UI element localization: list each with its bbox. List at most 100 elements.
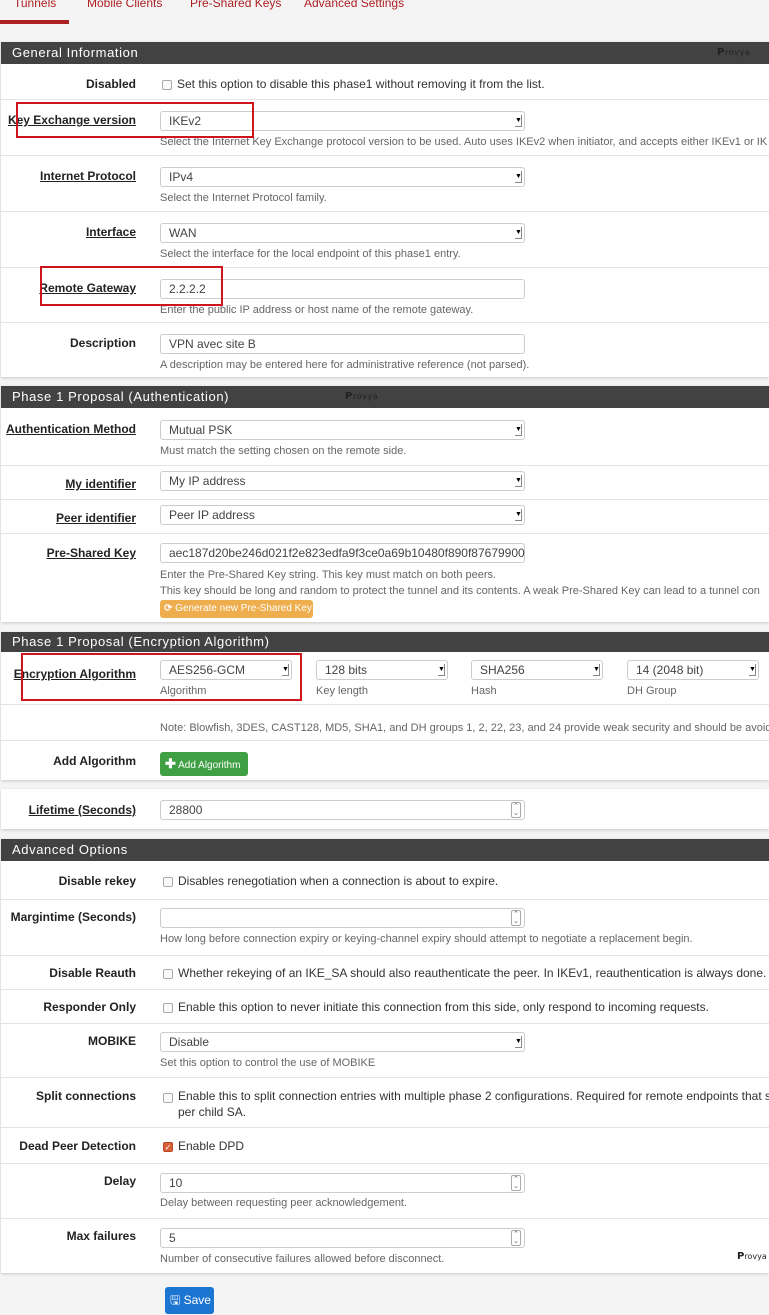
chevron-down-icon: ▼ (515, 1036, 522, 1048)
plus-icon: ✚ (165, 756, 176, 771)
interface-select[interactable]: WAN ▼ (160, 223, 525, 243)
save-button[interactable]: 🖫 Save (165, 1287, 214, 1314)
help-text: Enter the Pre-Shared Key string. This ke… (160, 569, 497, 581)
help-text: Select the interface for the local endpo… (160, 248, 461, 260)
spinner-icon[interactable]: ⌃ ⌄ (511, 1230, 521, 1246)
highlight-box (16, 102, 254, 138)
chevron-down-icon: ▼ (515, 424, 522, 436)
disabled-checkbox[interactable] (162, 80, 172, 90)
panel-title: Phase 1 Proposal (Encryption Algorithm) (12, 634, 270, 649)
auth-method-select[interactable]: Mutual PSK ▼ (160, 420, 525, 440)
help-text: Key length (316, 685, 368, 697)
disable-rekey-checkbox[interactable] (163, 877, 173, 887)
field-label: Split connections (35, 1089, 136, 1103)
add-algorithm-button[interactable]: ✚ Add Algorithm (160, 752, 248, 776)
field-label: Disable Reauth (49, 966, 136, 980)
row-internet-protocol: Internet Protocol IPv4 ▼ Select the Inter… (1, 155, 769, 211)
chevron-down-icon: ▼ (593, 664, 600, 676)
active-tab-indicator (0, 20, 69, 24)
panel-heading: General Information Provya (1, 42, 769, 64)
button-label: Generate new Pre-Shared Key (175, 603, 312, 614)
tab-mobile-clients[interactable]: Mobile Clients (87, 0, 162, 10)
field-label: Pre-Shared Key (46, 546, 136, 560)
row-disable-reauth: Disable Reauth Whether rekeying of an IK… (1, 955, 769, 989)
row-dead-peer-detection: Dead Peer Detection ✓ Enable DPD (1, 1127, 769, 1163)
row-pre-shared-key: Pre-Shared Key aec187d20be246d021f2e823e… (1, 533, 769, 622)
field-label: Disabled (85, 77, 136, 91)
responder-only-checkbox[interactable] (163, 1003, 173, 1013)
field-label: Dead Peer Detection (19, 1139, 136, 1153)
button-label: Add Algorithm (178, 760, 241, 771)
row-algorithm-note: Note: Blowfish, 3DES, CAST128, MD5, SHA1… (1, 704, 769, 740)
highlight-box (40, 266, 223, 306)
field-label: Lifetime (Seconds) (28, 803, 136, 817)
panel-advanced-options: Advanced Options Disable rekey Disables … (1, 839, 769, 1273)
watermark-logo: Provya (717, 47, 751, 58)
my-identifier-select[interactable]: My IP address ▼ (160, 471, 525, 491)
dpd-checkbox[interactable]: ✓ (163, 1142, 173, 1152)
tab-pre-shared-keys[interactable]: Pre-Shared Keys (190, 0, 281, 10)
field-label: Responder Only (43, 1000, 136, 1014)
help-text: Delay between requesting peer acknowledg… (160, 1197, 408, 1209)
field-label: Margintime (Seconds) (10, 910, 136, 924)
row-responder-only: Responder Only Enable this option to nev… (1, 989, 769, 1023)
checkbox-label: per child SA. (178, 1105, 247, 1119)
checkbox-label: Whether rekeying of an IKE_SA should als… (178, 966, 767, 980)
field-label: Disable rekey (58, 874, 136, 888)
watermark-logo: Provya (345, 391, 379, 402)
help-text: Hash (471, 685, 497, 697)
help-text: This key should be long and random to pr… (160, 585, 760, 597)
disable-reauth-checkbox[interactable] (163, 969, 173, 979)
row-delay: Delay 10 ⌃ ⌄ Delay between requesting peer… (1, 1163, 769, 1218)
help-text: Number of consecutive failures allowed b… (160, 1253, 445, 1265)
spinner-icon[interactable]: ⌃ ⌄ (511, 802, 521, 818)
tab-tunnels[interactable]: Tunnels (14, 0, 56, 10)
panel-title: General Information (12, 45, 139, 60)
checkbox-label: Set this option to disable this phase1 w… (177, 77, 545, 91)
dh-group-select[interactable]: 14 (2048 bit) ▼ (627, 660, 759, 680)
checkbox-label: Enable this to split connection entries … (178, 1089, 769, 1103)
panel-heading: Phase 1 Proposal (Encryption Algorithm) (1, 632, 769, 652)
chevron-down-icon: ▼ (515, 227, 522, 239)
internet-protocol-select[interactable]: IPv4 ▼ (160, 167, 525, 187)
panel-general-information: General Information Provya Disabled Set … (1, 42, 769, 377)
margintime-input[interactable]: ⌃ ⌄ (160, 908, 525, 928)
split-connections-checkbox[interactable] (163, 1093, 173, 1103)
panel-title: Advanced Options (12, 842, 128, 857)
row-disabled: Disabled Set this option to disable this… (1, 64, 769, 99)
field-label: Max failures (66, 1229, 136, 1243)
description-input[interactable]: VPN avec site B (160, 334, 525, 354)
hash-select[interactable]: SHA256 ▼ (471, 660, 603, 680)
row-auth-method: Authentication Method Mutual PSK ▼ Must m… (1, 408, 769, 465)
key-length-select[interactable]: 128 bits ▼ (316, 660, 448, 680)
row-mobike: MOBIKE Disable ▼ Set this option to contr… (1, 1023, 769, 1077)
delay-input[interactable]: 10 ⌃ ⌄ (160, 1173, 525, 1193)
row-disable-rekey: Disable rekey Disables renegotiation whe… (1, 861, 769, 899)
row-max-failures: Max failures 5 ⌃ ⌄ Number of consecutive f… (1, 1218, 769, 1273)
mobike-select[interactable]: Disable ▼ (160, 1032, 525, 1052)
field-label: Interface (85, 225, 136, 239)
panel-lifetime: Lifetime (Seconds) 28800 ⌃ ⌄ (1, 789, 769, 829)
refresh-icon: ⟳ (164, 603, 173, 614)
row-description: Description VPN avec site B A descriptio… (1, 322, 769, 377)
spinner-icon[interactable]: ⌃ ⌄ (511, 910, 521, 926)
field-label: Description (69, 336, 136, 350)
highlight-box (21, 653, 302, 701)
panel-authentication: Phase 1 Proposal (Authentication) Provya… (1, 386, 769, 622)
generate-psk-button[interactable]: ⟳ Generate new Pre-Shared Key (160, 600, 313, 618)
field-label: Internet Protocol (39, 169, 136, 183)
checkbox-label: Disables renegotiation when a connection… (178, 874, 499, 888)
chevron-down-icon: ▼ (515, 509, 522, 521)
pre-shared-key-input[interactable]: aec187d20be246d021f2e823edfa9f3ce0a69b10… (160, 543, 525, 563)
row-interface: Interface WAN ▼ Select the interface for … (1, 211, 769, 267)
field-label: My identifier (65, 477, 136, 491)
help-text: Set this option to control the use of MO… (160, 1057, 376, 1069)
max-failures-input[interactable]: 5 ⌃ ⌄ (160, 1228, 525, 1248)
chevron-down-icon: ▼ (515, 171, 522, 183)
row-margintime: Margintime (Seconds) ⌃ ⌄ How long before … (1, 899, 769, 955)
lifetime-input[interactable]: 28800 ⌃ ⌄ (160, 800, 525, 820)
tab-advanced-settings[interactable]: Advanced Settings (304, 0, 404, 10)
button-label: Save (183, 1293, 211, 1307)
spinner-icon[interactable]: ⌃ ⌄ (511, 1175, 521, 1191)
peer-identifier-select[interactable]: Peer IP address ▼ (160, 505, 525, 525)
